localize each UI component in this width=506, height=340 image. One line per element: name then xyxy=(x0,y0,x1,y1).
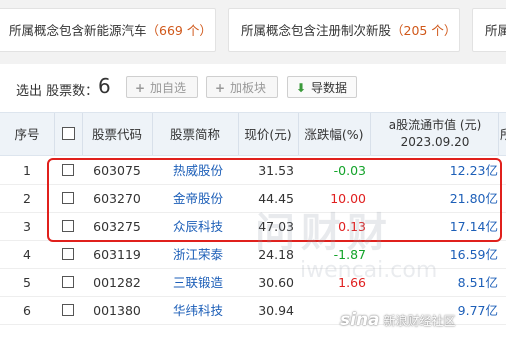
header-market-value-date: 2023.09.20 xyxy=(400,135,470,149)
watermark-text: 问财财 xyxy=(255,210,393,256)
add-watchlist-label: 加自选 xyxy=(150,81,187,95)
concept-tag-new-energy-vehicle[interactable]: 所属概念包含新能源汽车（669 个） xyxy=(0,8,216,52)
plus-icon: + xyxy=(134,81,146,95)
concept-tag-count: （669 个） xyxy=(146,23,212,38)
stock-price: 31.53 xyxy=(258,163,294,178)
row-checkbox[interactable] xyxy=(62,276,74,288)
download-icon: ⬇ xyxy=(295,81,307,95)
row-index: 4 xyxy=(23,247,31,262)
plus-icon: + xyxy=(214,81,226,95)
result-toolbar: 选出 股票数： 6 + 加自选 + 加板块 ⬇ 导数据 xyxy=(0,64,506,112)
selected-count-label: 选出 股票数： xyxy=(16,84,99,99)
stock-name-link[interactable]: 金帝股份 xyxy=(158,185,238,213)
header-stock-code[interactable]: 股票代码 xyxy=(82,113,152,157)
row-index: 3 xyxy=(23,219,31,234)
row-checkbox[interactable] xyxy=(62,248,74,260)
add-plate-button[interactable]: + 加板块 xyxy=(206,76,278,98)
concept-tag-label: 所属概念包含新能源汽车 xyxy=(9,23,147,38)
concept-tag-label: 所属 xyxy=(485,23,506,38)
stock-name-link[interactable]: 华纬科技 xyxy=(158,297,238,325)
stock-code: 001282 xyxy=(93,275,141,290)
sina-community-text: 新浪财经社区 xyxy=(383,314,456,328)
sina-logo: sina xyxy=(340,310,380,330)
stock-name-link[interactable]: 众辰科技 xyxy=(158,213,238,241)
stock-code: 603075 xyxy=(93,163,141,178)
select-all-checkbox[interactable] xyxy=(62,127,75,140)
stock-code: 001380 xyxy=(93,303,141,318)
export-data-label: 导数据 xyxy=(311,81,348,95)
table-row[interactable]: 3 603275 众辰科技 47.03 0.13 17.14亿 xyxy=(0,213,506,241)
selected-count-value: 6 xyxy=(98,74,111,98)
stock-code: 603275 xyxy=(93,219,141,234)
concept-tags-bar: 所属概念包含新能源汽车（669 个） 所属概念包含注册制次新股（205 个） 所… xyxy=(0,0,506,64)
stock-price: 30.94 xyxy=(258,303,294,318)
header-market-value[interactable]: a股流通市值 (元) 2023.09.20 xyxy=(372,117,498,151)
header-market-value-title: a股流通市值 (元) xyxy=(388,118,482,132)
header-extra-partial: 所 xyxy=(500,113,506,157)
sina-watermark: sina 新浪财经社区 xyxy=(340,310,456,330)
stock-market-value: 16.59亿 xyxy=(449,247,498,262)
stock-market-value: 17.14亿 xyxy=(449,219,498,234)
row-index: 1 xyxy=(23,163,31,178)
stock-market-value: 21.80亿 xyxy=(449,191,498,206)
header-divider xyxy=(54,113,55,155)
stock-name-link[interactable]: 三联锻造 xyxy=(158,269,238,297)
stock-market-value: 12.23亿 xyxy=(449,163,498,178)
add-plate-label: 加板块 xyxy=(230,81,267,95)
concept-tag-registration-ipo[interactable]: 所属概念包含注册制次新股（205 个） xyxy=(228,8,460,52)
row-index: 6 xyxy=(23,303,31,318)
table-header: 序号 股票代码 股票简称 现价(元) 涨跌幅(%) a股流通市值 (元) 202… xyxy=(0,112,506,156)
header-divider xyxy=(370,113,371,155)
stock-code: 603270 xyxy=(93,191,141,206)
row-checkbox[interactable] xyxy=(62,304,74,316)
export-data-button[interactable]: ⬇ 导数据 xyxy=(287,76,357,98)
concept-tag-count: （205 个） xyxy=(391,23,457,38)
stock-change-pct: -0.03 xyxy=(333,163,366,178)
header-divider xyxy=(498,113,499,155)
concept-tag-partial[interactable]: 所属 xyxy=(472,8,506,52)
watermark-url: iwencai.com xyxy=(300,258,438,283)
row-index: 5 xyxy=(23,275,31,290)
table-row[interactable]: 2 603270 金帝股份 44.45 10.00 21.80亿 xyxy=(0,185,506,213)
row-checkbox[interactable] xyxy=(62,192,74,204)
header-price[interactable]: 现价(元) xyxy=(238,113,298,157)
row-checkbox[interactable] xyxy=(62,220,74,232)
header-change-pct[interactable]: 涨跌幅(%) xyxy=(298,113,370,157)
stock-name-link[interactable]: 热威股份 xyxy=(158,157,238,185)
row-checkbox[interactable] xyxy=(62,164,74,176)
header-stock-name[interactable]: 股票简称 xyxy=(152,113,238,157)
stock-price: 30.60 xyxy=(258,275,294,290)
stock-name-link[interactable]: 浙江荣泰 xyxy=(158,241,238,269)
table-row[interactable]: 1 603075 热威股份 31.53 -0.03 12.23亿 xyxy=(0,157,506,185)
header-index: 序号 xyxy=(14,127,40,142)
stock-market-value: 8.51亿 xyxy=(457,275,498,290)
stock-code: 603119 xyxy=(93,247,141,262)
row-index: 2 xyxy=(23,191,31,206)
concept-tag-label: 所属概念包含注册制次新股 xyxy=(241,23,392,38)
add-watchlist-button[interactable]: + 加自选 xyxy=(126,76,198,98)
